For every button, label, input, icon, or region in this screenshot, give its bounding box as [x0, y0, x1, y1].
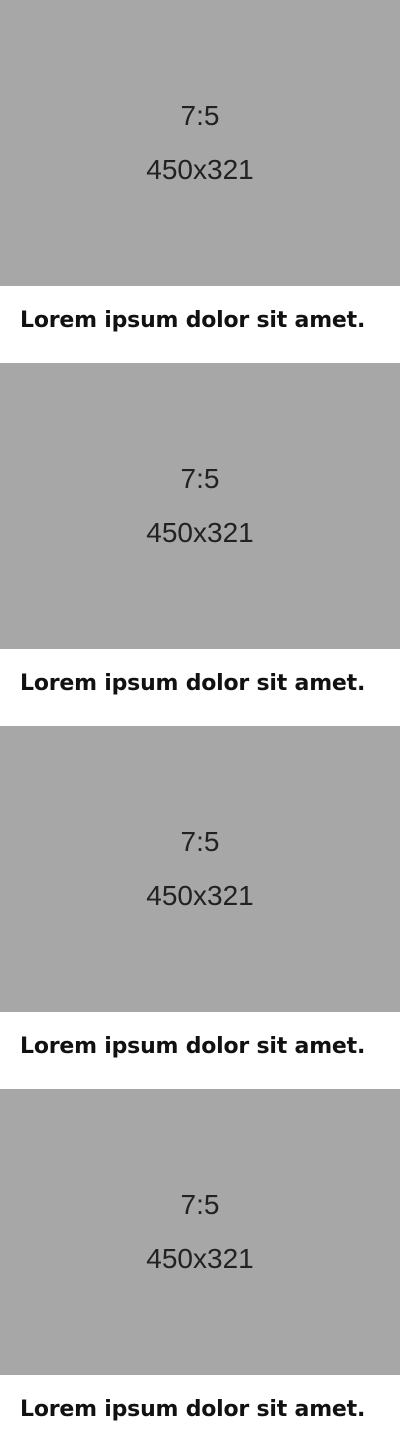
card-caption: Lorem ipsum dolor sit amet. — [20, 1397, 366, 1422]
image-placeholder: 7:5 450x321 — [0, 0, 400, 286]
image-placeholder: 7:5 450x321 — [0, 1089, 400, 1375]
placeholder-size: 450x321 — [146, 1243, 254, 1274]
placeholder-ratio: 7:5 — [180, 463, 220, 494]
card-caption: Lorem ipsum dolor sit amet. — [20, 308, 366, 333]
placeholder-ratio: 7:5 — [180, 826, 220, 857]
placeholder-size: 450x321 — [146, 517, 254, 548]
placeholder-size: 450x321 — [146, 154, 254, 185]
card[interactable]: 7:5 450x321 Lorem ipsum dolor sit amet. — [0, 0, 400, 363]
placeholder-ratio: 7:5 — [180, 1189, 220, 1220]
card-list: 7:5 450x321 Lorem ipsum dolor sit amet. … — [0, 0, 400, 1453]
placeholder-ratio: 7:5 — [180, 100, 220, 131]
image-placeholder: 7:5 450x321 — [0, 726, 400, 1012]
card-caption: Lorem ipsum dolor sit amet. — [20, 671, 366, 696]
card-caption: Lorem ipsum dolor sit amet. — [20, 1034, 366, 1059]
image-placeholder: 7:5 450x321 — [0, 363, 400, 649]
card[interactable]: 7:5 450x321 Lorem ipsum dolor sit amet. — [0, 1089, 400, 1453]
placeholder-size: 450x321 — [146, 880, 254, 911]
card[interactable]: 7:5 450x321 Lorem ipsum dolor sit amet. — [0, 726, 400, 1089]
card[interactable]: 7:5 450x321 Lorem ipsum dolor sit amet. — [0, 363, 400, 726]
